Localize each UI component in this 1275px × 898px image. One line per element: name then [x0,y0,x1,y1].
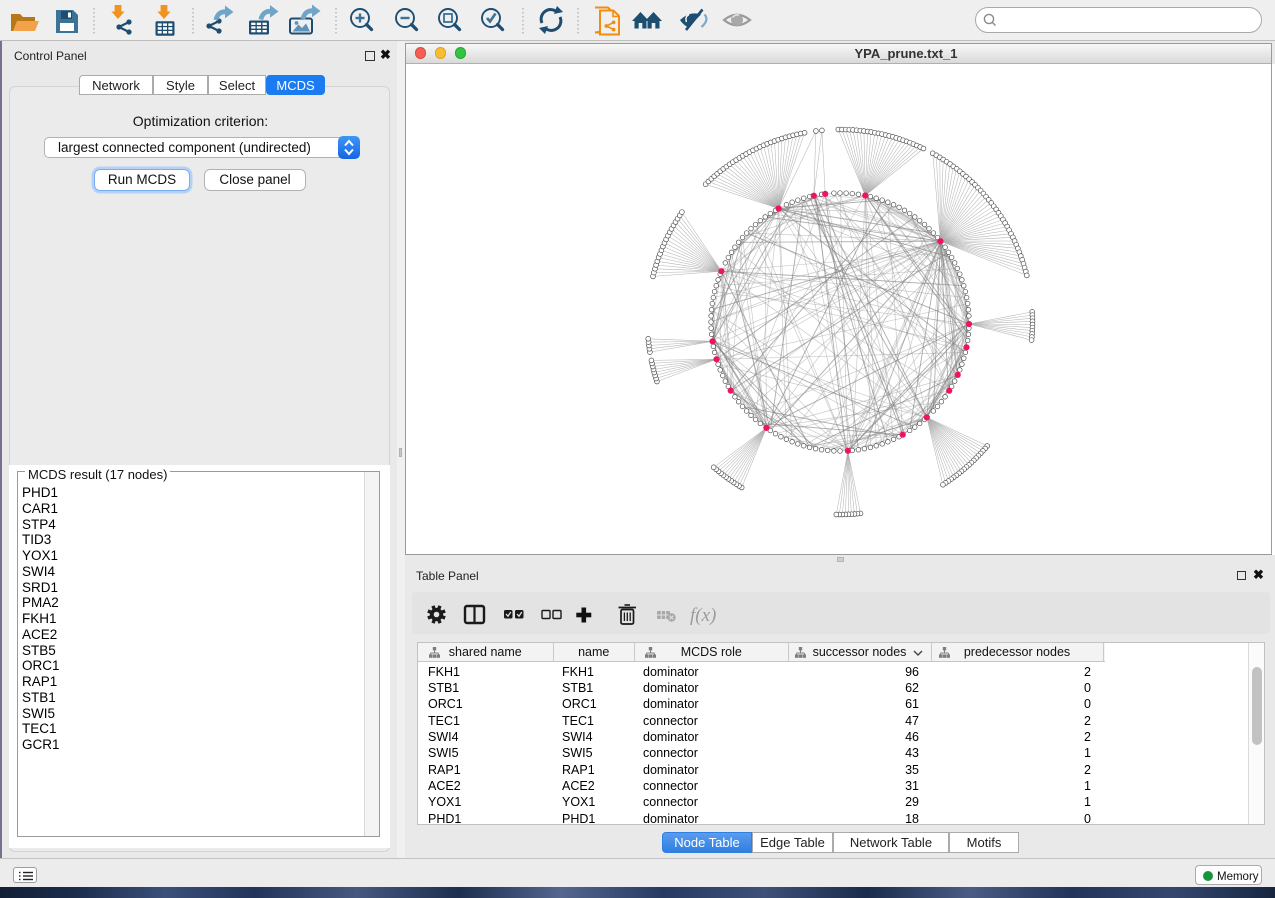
svg-text:Memory: Memory [1217,871,1259,883]
svg-text:f(x): f(x) [690,605,716,626]
